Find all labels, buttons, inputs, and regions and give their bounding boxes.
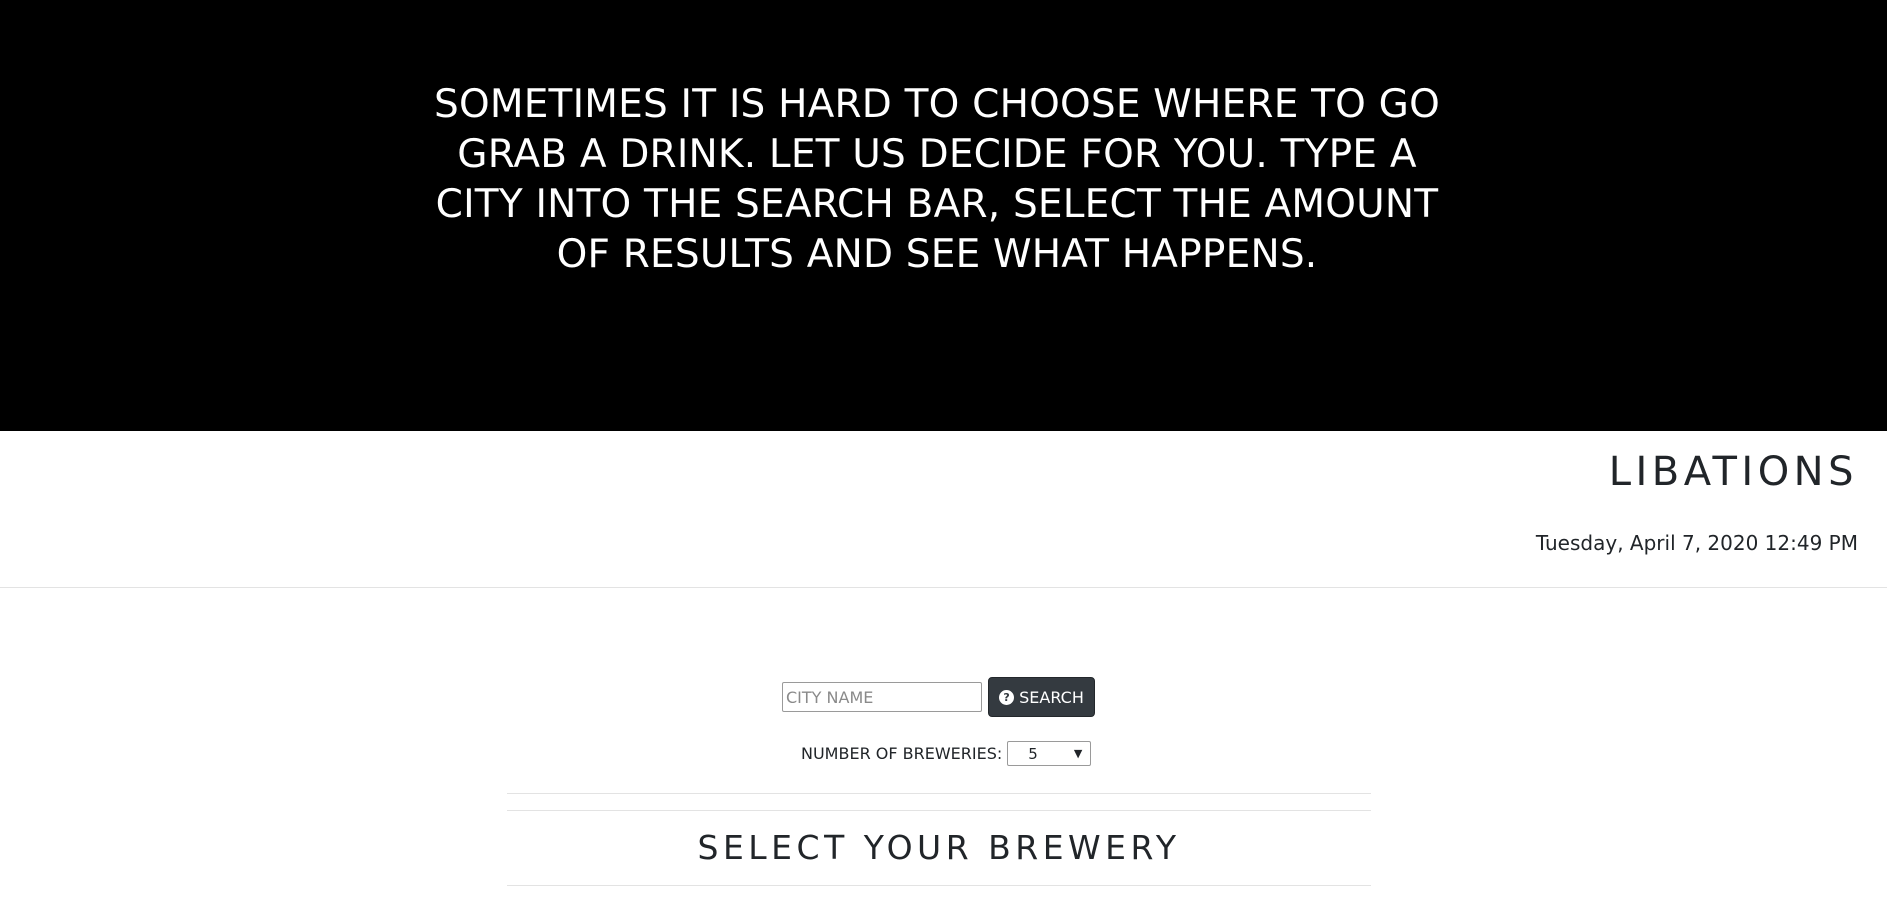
search-form: ? SEARCH xyxy=(782,677,1095,717)
divider xyxy=(507,810,1371,811)
hero-line: GRAB A DRINK. LET US DECIDE FOR YOU. TYP… xyxy=(457,132,1417,177)
brand-title: LIBATIONS xyxy=(1608,449,1858,495)
divider xyxy=(507,793,1371,794)
divider xyxy=(507,885,1371,886)
caret-down-icon: ▼ xyxy=(1073,747,1083,760)
question-circle-icon: ? xyxy=(999,689,1015,705)
search-button-label: SEARCH xyxy=(1019,687,1084,707)
search-button[interactable]: ? SEARCH xyxy=(988,677,1095,717)
breweries-count-select[interactable]: 5 ▼ xyxy=(1007,741,1092,766)
current-datetime: Tuesday, April 7, 2020 12:49 PM xyxy=(1535,531,1858,555)
breweries-count-value: 5 xyxy=(1028,744,1038,763)
breweries-count-label: NUMBER OF BREWERIES: xyxy=(801,744,1003,763)
site-header: LIBATIONS Tuesday, April 7, 2020 12:49 P… xyxy=(0,431,1887,588)
hero-line: SOMETIMES IT IS HARD TO CHOOSE WHERE TO … xyxy=(434,82,1440,127)
hero-text: SOMETIMES IT IS HARD TO CHOOSE WHERE TO … xyxy=(432,80,1442,280)
hero-line: OF RESULTS AND SEE WHAT HAPPENS. xyxy=(556,232,1318,277)
hero-line: CITY INTO THE SEARCH BAR, SELECT THE AMO… xyxy=(435,182,1439,227)
breweries-count-row: NUMBER OF BREWERIES: 5 ▼ xyxy=(801,741,1092,766)
city-search-input[interactable] xyxy=(782,682,982,712)
hero-banner: SOMETIMES IT IS HARD TO CHOOSE WHERE TO … xyxy=(0,0,1887,431)
results-title: SELECT YOUR BREWERY xyxy=(697,828,1181,867)
